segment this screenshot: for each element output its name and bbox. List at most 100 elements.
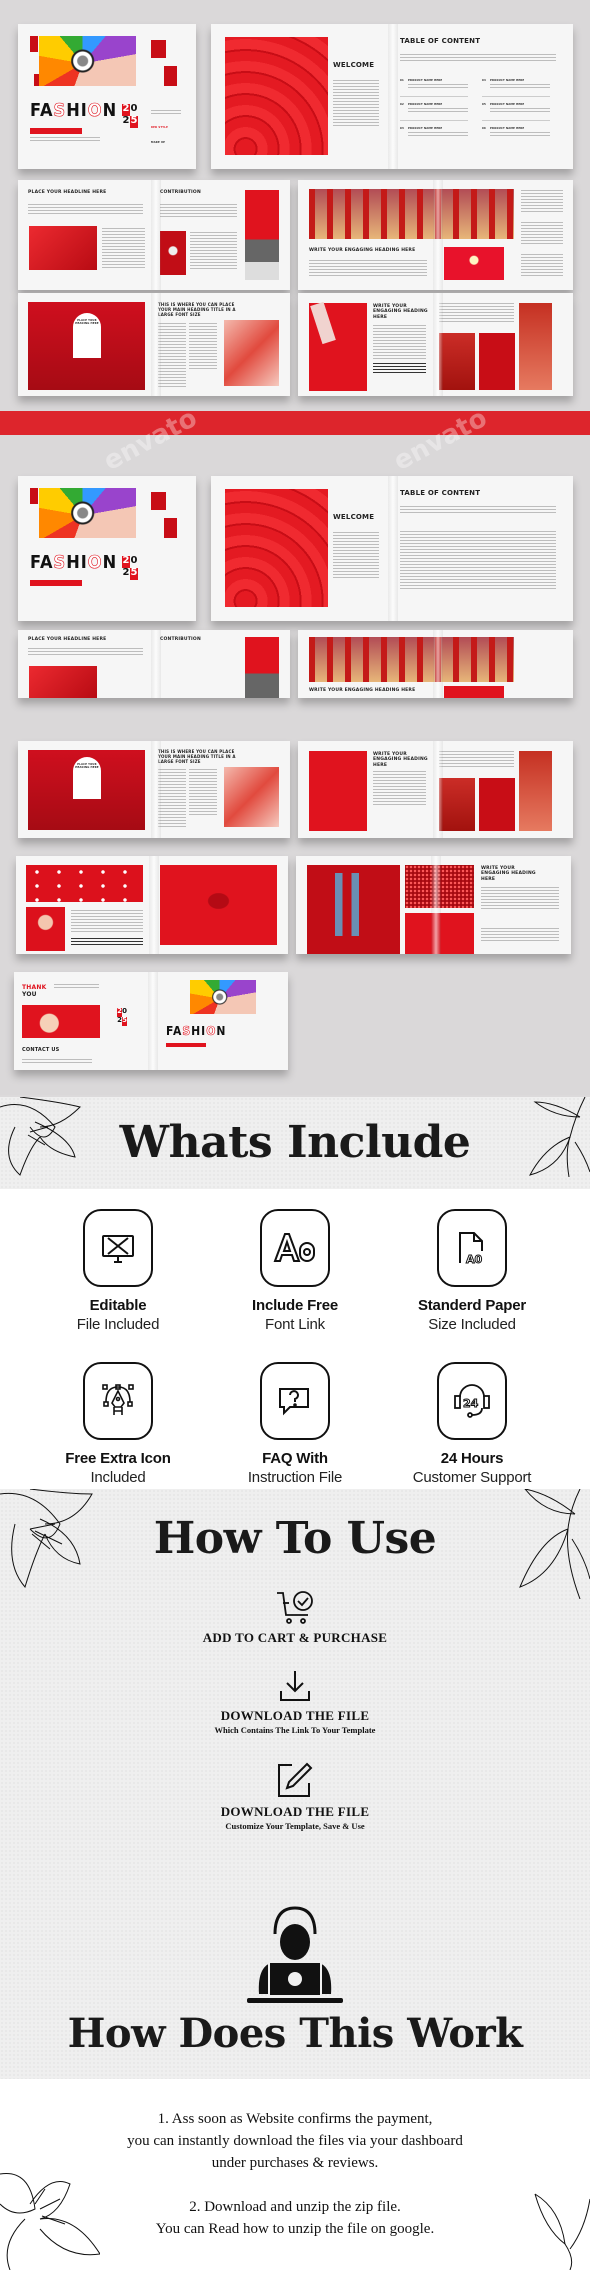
feature-icon-box: A0	[437, 1209, 507, 1287]
feature-subtitle: Included	[90, 1469, 146, 1486]
contact-us-title: CONTACT US	[22, 1047, 60, 1053]
arch-heading: PLACE YOUR HEADING HERE	[75, 763, 99, 769]
sequins-photo	[405, 865, 474, 908]
toc-item-label: PRODUCT NAME HERE	[408, 79, 443, 82]
spread-body	[439, 751, 514, 769]
spread-heading: WRITE YOUR ENGAGING HEADING HERE	[309, 688, 416, 693]
cover-page-repeat: FASHION 20 25	[18, 476, 196, 621]
instructions-text: 1. Ass soon as Website confirms the paym…	[0, 2108, 590, 2240]
spread-heading: PLACE YOUR HEADLINE HERE	[28, 637, 107, 642]
whats-include-header: Whats Include	[0, 1097, 590, 1189]
step-title: ADD TO CART & PURCHASE	[202, 1630, 388, 1645]
cart-check-icon	[277, 1591, 313, 1624]
spread-heading: WRITE YOUR ENGAGING HEADING HERE	[373, 752, 428, 768]
welcome-title: WELCOME	[333, 513, 375, 521]
cover-red-block	[30, 488, 38, 504]
cover-tagline-bar	[30, 128, 82, 134]
toc-item-desc	[408, 108, 468, 113]
arch-heading: PLACE YOUR HEADING HERE	[75, 319, 99, 325]
spread-body	[102, 228, 145, 268]
sunglasses-photo	[22, 1005, 100, 1038]
roller-photo	[309, 751, 367, 831]
step-download: DOWNLOAD THE FILE Which Contains The Lin…	[0, 1669, 590, 1735]
spread-body	[71, 910, 143, 932]
svg-text:A0: A0	[466, 1253, 483, 1266]
feature-faq: FAQ With Instruction File	[205, 1362, 385, 1486]
toc-list	[400, 531, 556, 591]
colonnade-spread-repeat: WRITE YOUR ENGAGING HEADING HERE	[298, 630, 573, 698]
welcome-title: WELCOME	[333, 61, 375, 69]
toc-divider	[482, 96, 550, 97]
feature-subtitle: Size Included	[428, 1316, 516, 1333]
feature-extra-icon: Free Extra Icon Included	[28, 1362, 208, 1486]
toc-divider	[400, 96, 468, 97]
toc-intro	[400, 54, 556, 62]
wardrobe-photo	[439, 333, 475, 390]
toc-item-number: 02	[400, 103, 404, 106]
paper-a0-icon: A0	[459, 1232, 483, 1267]
lamp-photo	[444, 686, 504, 698]
red-divider-banner	[0, 411, 590, 435]
toc-item-number: 03	[400, 127, 404, 130]
step-title: DOWNLOAD THE FILE	[220, 1708, 370, 1723]
toc-item-label: PRODUCT NAME HERE	[490, 79, 525, 82]
cover-year: 20 25	[122, 103, 138, 128]
cover-eye-photo	[190, 980, 256, 1014]
feature-support: 24 24 Hours Customer Support	[382, 1362, 562, 1486]
cover-tagline-bar	[30, 580, 82, 586]
spread-heading: CONTRIBUTION	[160, 637, 201, 642]
cover-thumb-photo	[151, 40, 166, 58]
spread-heading: WRITE YOUR ENGAGING HEADING HERE	[309, 248, 416, 253]
spread-body	[158, 323, 186, 389]
cover-red-block	[30, 36, 38, 52]
side-body	[521, 190, 563, 214]
step-add-to-cart: ADD TO CART & PURCHASE	[0, 1589, 590, 1646]
headline-contribution-spread: PLACE YOUR HEADLINE HERE CONTRIBUTION	[18, 180, 290, 290]
colonnade-photo	[309, 637, 514, 682]
feature-icon-box	[260, 1209, 330, 1287]
contact-details	[22, 1059, 92, 1063]
spread-body	[28, 648, 143, 656]
welcome-body	[333, 80, 379, 128]
cover-fashion-title: FASHION	[166, 1024, 227, 1039]
download-icon	[280, 1671, 310, 1701]
cover-thumb-photo	[164, 66, 177, 86]
spread-heading: PLACE YOUR HEADLINE HERE	[28, 190, 107, 195]
welcome-toc-spread-repeat: WELCOME TABLE OF CONTENT	[211, 476, 573, 621]
feature-paper: A0 Standerd Paper Size Included	[382, 1209, 562, 1333]
spread-body	[189, 769, 217, 815]
toc-item-number: 04	[482, 79, 486, 82]
feature-title: Include Free	[252, 1297, 338, 1314]
toc-divider	[400, 120, 468, 121]
spread-body	[28, 204, 143, 214]
lamp-photo	[444, 247, 504, 280]
how-to-use-section: How To Use ADD TO CART & PURCHASE DOWNLO…	[0, 1489, 590, 2079]
thank-you-spread: THANK YOU 20 25 CONTACT US FASHION	[14, 972, 288, 1070]
feature-subtitle: Instruction File	[247, 1469, 343, 1486]
feature-title: Standerd Paper	[417, 1297, 527, 1314]
toc-item-desc	[408, 132, 468, 137]
feature-title: Editable	[89, 1297, 147, 1314]
toc-divider	[482, 120, 550, 121]
spread-body	[373, 363, 426, 373]
wardrobe-photo	[439, 778, 475, 831]
instruction-line: under purchases & reviews.	[211, 2155, 379, 2171]
cover-year: 20 25	[122, 555, 138, 580]
cover-fashion-title: FASHION	[30, 100, 118, 122]
feature-font: Include Free Font Link	[205, 1209, 385, 1333]
cover-tagline-bar	[166, 1043, 206, 1047]
editable-monitor-icon	[102, 1235, 134, 1263]
feature-icon-box	[83, 1362, 153, 1440]
spread-heading: CONTRIBUTION	[160, 190, 201, 195]
cover-side-label: MAKE UP	[151, 141, 166, 144]
spread-body	[158, 769, 186, 829]
how-to-use-title: How To Use	[153, 1513, 437, 1564]
toc-item-label: PRODUCT NAME HERE	[490, 127, 525, 130]
toc-title: TABLE OF CONTENT	[400, 489, 481, 497]
toc-item-desc	[490, 108, 550, 113]
spread-body	[373, 771, 426, 805]
thank-you-title: THANK YOU	[22, 984, 47, 999]
svg-text:24: 24	[463, 1397, 479, 1410]
toc-item-label: PRODUCT NAME HERE	[408, 127, 443, 130]
instruction-paragraph: 1. Ass soon as Website confirms the paym…	[0, 2108, 590, 2174]
